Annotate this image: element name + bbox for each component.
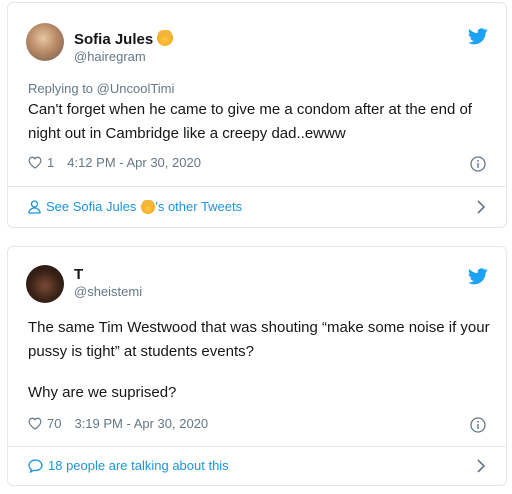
divider <box>8 186 506 187</box>
chevron-right-icon[interactable] <box>476 200 486 214</box>
like-count[interactable]: 70 <box>47 416 61 431</box>
tweet-card: Sofia Jules @hairegram Replying to @Unco… <box>7 2 507 228</box>
twitter-bird-icon[interactable] <box>468 28 488 45</box>
conversation-link[interactable]: 18 people are talking about this <box>28 458 229 473</box>
timestamp[interactable]: 4:12 PM - Apr 30, 2020 <box>67 155 201 170</box>
heart-icon[interactable] <box>28 156 42 169</box>
chevron-right-icon[interactable] <box>476 459 486 473</box>
tweet-card: T @sheistemi The same Tim Westwood that … <box>7 246 507 486</box>
person-icon <box>28 199 41 214</box>
tweet-text: The same Tim Westwood that was shouting … <box>28 319 490 360</box>
avatar[interactable] <box>26 265 64 303</box>
tweet-meta: 70 3:19 PM - Apr 30, 2020 <box>28 416 208 431</box>
replying-to: Replying to @UncoolTimi <box>28 81 175 96</box>
speech-bubble-icon <box>28 458 43 473</box>
divider <box>8 446 506 447</box>
mention-link[interactable]: @UncoolTimi <box>97 81 175 96</box>
author-handle[interactable]: @sheistemi <box>74 284 142 300</box>
author-name[interactable]: T <box>74 266 83 284</box>
author-name[interactable]: Sofia Jules <box>74 30 174 49</box>
heart-icon[interactable] <box>28 417 42 430</box>
author-handle[interactable]: @hairegram <box>74 49 146 65</box>
like-count[interactable]: 1 <box>47 155 54 170</box>
tweet-text: Can't forget when he came to give me a c… <box>28 101 472 142</box>
timestamp[interactable]: 3:19 PM - Apr 30, 2020 <box>74 416 208 431</box>
info-icon[interactable] <box>470 417 486 433</box>
avatar[interactable] <box>26 23 64 61</box>
tweet-meta: 1 4:12 PM - Apr 30, 2020 <box>28 155 201 170</box>
info-icon[interactable] <box>470 156 486 172</box>
person-with-blond-hair-emoji-icon <box>157 30 174 46</box>
see-other-tweets-link[interactable]: See Sofia Jules 's other Tweets <box>28 199 242 214</box>
twitter-bird-icon[interactable] <box>468 268 488 285</box>
person-with-blond-hair-emoji-icon <box>141 199 156 214</box>
tweet-text-second-paragraph: Why are we suprised? <box>28 384 177 401</box>
